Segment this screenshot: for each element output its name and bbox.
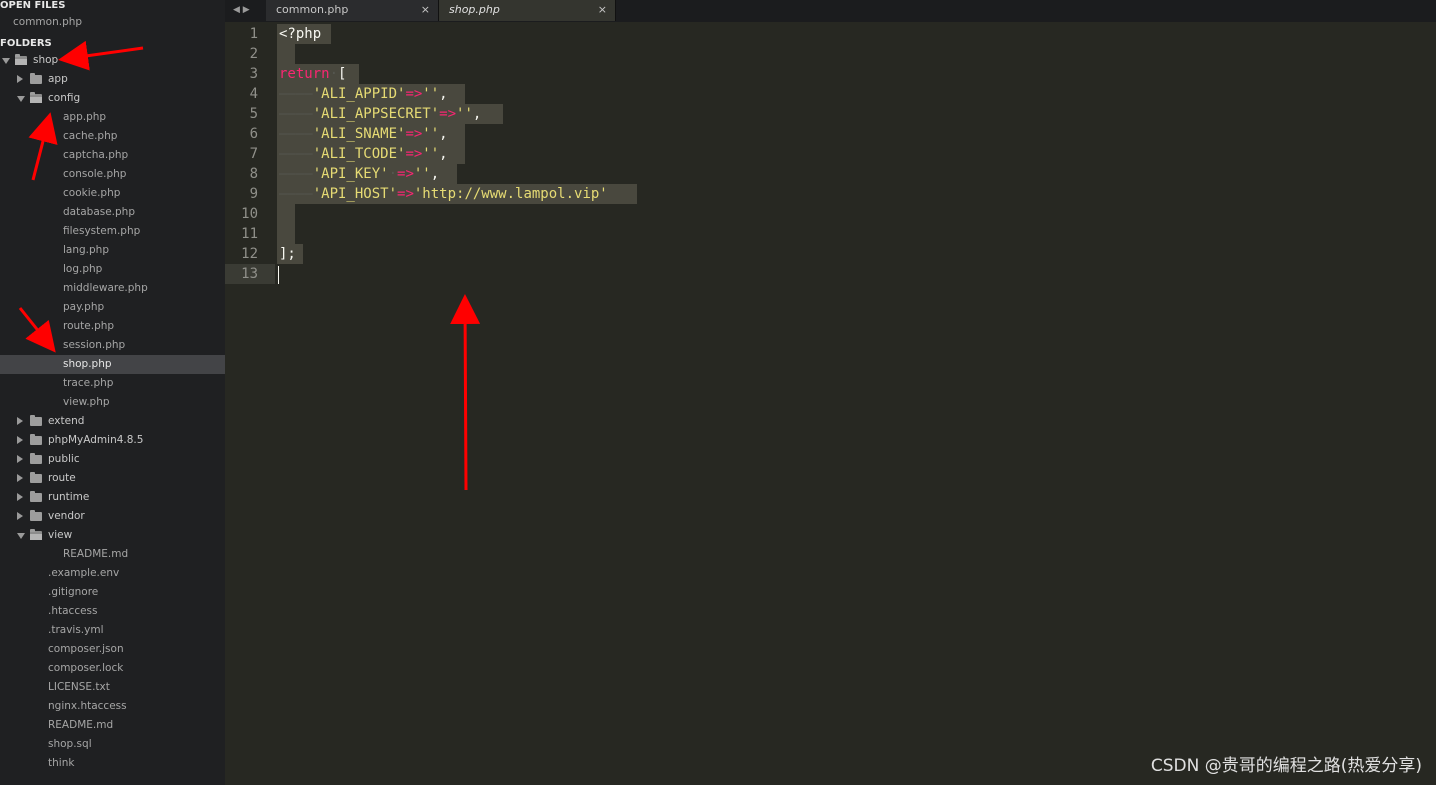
watermark: CSDN @贵哥的编程之路(热爱分享) bbox=[1150, 756, 1422, 776]
annotation-arrow-icon bbox=[18, 40, 481, 491]
